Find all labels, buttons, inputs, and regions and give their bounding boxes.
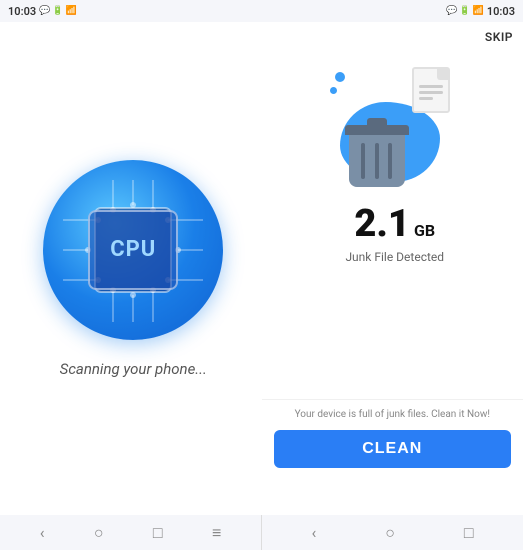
clean-button[interactable]: CLEAN [274,430,512,468]
scanning-text: Scanning your phone... [60,360,207,378]
bottom-action-bar: Your device is full of junk files. Clean… [262,399,523,480]
signal-icon-right: 📶 [473,6,484,16]
nav-bars: ‹ ○ □ ≡ ‹ ○ □ [0,515,523,550]
cpu-label: CPU [110,237,156,262]
whatsapp-icon: 💬 [39,6,50,16]
nav-bar-right: ‹ ○ □ [262,515,523,550]
junk-size-number: 2.1 [354,202,410,246]
status-bar-left: 10:03 💬 🔋 📶 [0,0,262,22]
document-icon [412,67,450,113]
whatsapp-icon-right: 💬 [446,6,457,16]
decor-dot-2 [330,87,337,94]
signal-icon-left: 📶 [66,6,77,16]
trash-lid [345,125,409,135]
status-bars: 10:03 💬 🔋 📶 💬 🔋 📶 10:03 [0,0,523,22]
nav-home-right[interactable]: ○ [385,523,395,543]
trash-can [345,125,409,187]
decor-dot-1 [335,72,345,82]
doc-line-3 [419,97,433,100]
status-bar-right: 💬 🔋 📶 10:03 [262,0,523,22]
time-left: 10:03 [8,5,36,18]
trash-line-2 [375,143,379,179]
cpu-circle-wrapper: CPU [43,160,223,340]
nav-recents-right[interactable]: □ [464,523,474,543]
junk-size-unit: GB [414,221,435,246]
skip-button[interactable]: SKIP [485,30,513,44]
left-status-icons: 💬 🔋 📶 [39,6,77,16]
right-status-icons: 💬 🔋 📶 [446,6,484,16]
junk-size-row: 2.1 GB [354,202,435,246]
warning-text: Your device is full of junk files. Clean… [295,408,490,422]
nav-recents-left[interactable]: □ [153,523,163,543]
time-right: 10:03 [487,5,515,18]
document-lines [419,85,443,103]
doc-line-1 [419,85,443,88]
trash-line-1 [361,143,365,179]
trash-lid-handle [367,118,387,125]
main-content: CPU Scanning your phone... SKIP [0,22,523,515]
nav-menu-left[interactable]: ≡ [212,523,221,543]
cpu-circle: CPU [43,160,223,340]
nav-home-left[interactable]: ○ [94,523,104,543]
nav-back-left[interactable]: ‹ [40,523,45,542]
nav-back-right[interactable]: ‹ [311,523,316,542]
trash-body [349,135,405,187]
cpu-inner-box: CPU [88,210,178,290]
trash-line-3 [388,143,392,179]
junk-detected-text: Junk File Detected [345,250,444,264]
left-panel: CPU Scanning your phone... [0,22,267,515]
doc-line-2 [419,91,443,94]
battery-icon-right: 🔋 [459,6,470,16]
trash-illustration [330,67,460,187]
nav-bar-left: ‹ ○ □ ≡ [0,515,261,550]
battery-icon-left: 🔋 [52,6,63,16]
